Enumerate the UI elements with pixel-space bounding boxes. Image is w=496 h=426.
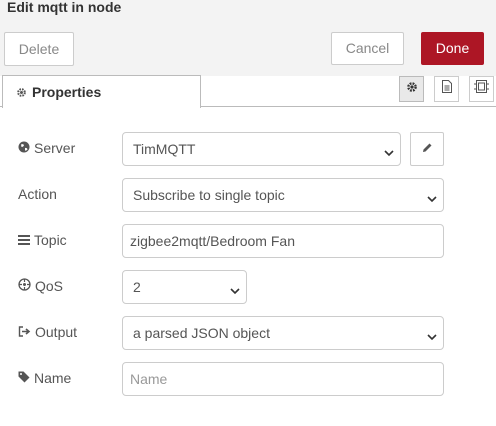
done-button[interactable]: Done — [421, 32, 484, 65]
name-input[interactable]: Name — [122, 362, 444, 396]
topic-label-text: Topic — [34, 232, 67, 248]
description-icon — [441, 80, 452, 98]
output-select-value: a parsed JSON object — [133, 325, 270, 341]
output-select[interactable]: a parsed JSON object — [122, 316, 444, 350]
dialog-title: Edit mqtt in node — [7, 0, 122, 15]
gear-icon — [406, 80, 418, 98]
server-select-value: TimMQTT — [133, 141, 196, 157]
action-label-text: Action — [18, 186, 57, 202]
tab-node-settings[interactable] — [399, 76, 424, 102]
action-select-value: Subscribe to single topic — [133, 187, 285, 203]
output-icon — [18, 324, 31, 340]
gear-icon — [16, 85, 27, 103]
qos-select[interactable]: 2 — [122, 270, 247, 304]
globe-icon — [18, 140, 30, 156]
output-label: Output — [18, 324, 77, 340]
tab-properties[interactable]: Properties — [2, 75, 201, 108]
qos-label: QoS — [18, 278, 63, 294]
cancel-button[interactable]: Cancel — [331, 32, 404, 65]
appearance-icon — [474, 80, 489, 98]
qos-select-value: 2 — [133, 279, 141, 295]
tab-appearance[interactable] — [469, 76, 494, 102]
qos-label-text: QoS — [35, 278, 64, 294]
edit-server-button[interactable] — [410, 132, 444, 166]
chevron-down-icon — [427, 328, 437, 344]
tab-description[interactable] — [434, 76, 459, 102]
qos-icon — [18, 278, 31, 294]
topic-input-value: zigbee2mqtt/Bedroom Fan — [130, 233, 295, 249]
chevron-down-icon — [384, 144, 394, 160]
action-label: Action — [18, 186, 57, 202]
chevron-down-icon — [427, 190, 437, 206]
server-label-text: Server — [34, 140, 76, 156]
server-select[interactable]: TimMQTT — [122, 132, 401, 166]
topic-label: Topic — [18, 232, 67, 248]
name-label: Name — [18, 370, 71, 386]
list-icon — [18, 232, 30, 248]
name-label-text: Name — [34, 370, 72, 386]
action-select[interactable]: Subscribe to single topic — [122, 178, 444, 212]
output-label-text: Output — [35, 324, 78, 340]
server-label: Server — [18, 140, 75, 156]
topic-input[interactable]: zigbee2mqtt/Bedroom Fan — [122, 224, 444, 258]
pencil-icon — [422, 140, 433, 158]
delete-button[interactable]: Delete — [4, 32, 74, 66]
tab-properties-label: Properties — [32, 84, 102, 100]
tag-icon — [18, 370, 30, 386]
chevron-down-icon — [230, 282, 240, 298]
name-input-placeholder: Name — [130, 371, 168, 387]
dialog-title-bar: Edit mqtt in node — [0, 0, 496, 21]
